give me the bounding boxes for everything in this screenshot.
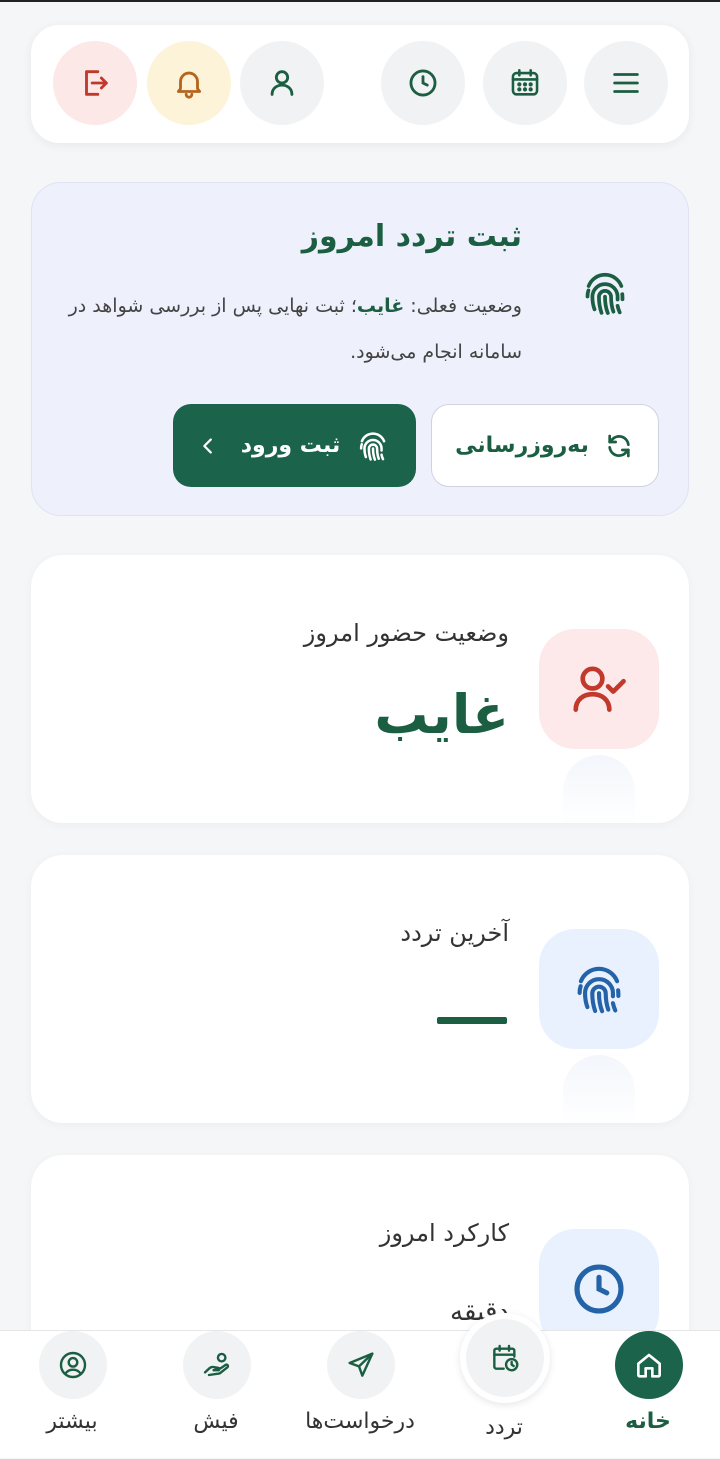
nav-requests-label: درخواست‌ها [305, 1409, 415, 1434]
menu-button[interactable] [584, 41, 668, 125]
clock-icon [409, 69, 437, 97]
history-button[interactable] [381, 41, 465, 125]
attendance-register-card: ثبت تردد امروز وضعیت فعلی: غایب؛ ثبت نها… [31, 182, 689, 516]
fingerprint-icon [585, 272, 625, 315]
user-check-icon [573, 666, 626, 712]
nav-traffic-label: تردد [485, 1415, 523, 1440]
nav-home[interactable]: خانه [578, 1331, 718, 1459]
last-traffic-label: آخرین تردد [400, 919, 509, 947]
description-prefix: وضعیت فعلی: [404, 295, 522, 317]
send-icon [348, 1352, 374, 1377]
nav-traffic[interactable]: تردد [434, 1313, 574, 1459]
last-traffic-icon-tile [539, 929, 659, 1049]
status-edge [0, 0, 720, 2]
chevron-left-icon [202, 437, 212, 454]
user-circle-icon [59, 1351, 87, 1379]
nav-home-label: خانه [625, 1409, 671, 1434]
nav-more-label: بیشتر [46, 1409, 98, 1434]
fingerprint-icon [577, 966, 621, 1014]
payslip-icon-circle [183, 1331, 251, 1399]
check-in-label: ثبت ورود [240, 433, 341, 458]
check-in-button[interactable]: ثبت ورود [173, 404, 416, 487]
presence-icon-tile [539, 629, 659, 749]
menu-icon [613, 73, 639, 93]
calendar-icon [511, 68, 539, 96]
icon-glow [563, 755, 635, 823]
nav-requests[interactable]: درخواست‌ها [290, 1331, 430, 1459]
clock-icon [574, 1264, 624, 1314]
logout-icon [85, 70, 108, 96]
calendar-button[interactable] [483, 41, 567, 125]
calendar-clock-icon [493, 1344, 519, 1372]
description-status: غایب [356, 295, 405, 317]
logout-button[interactable] [53, 41, 137, 125]
requests-icon-circle [327, 1331, 395, 1399]
last-traffic-value [437, 1017, 507, 1024]
last-traffic-card: آخرین تردد [31, 855, 689, 1123]
user-icon [270, 70, 294, 96]
bottom-navigation: خانه تردد درخواست‌ها فیش [0, 1313, 720, 1459]
register-title: ثبت تردد امروز [301, 219, 522, 254]
hand-coin-icon [203, 1352, 230, 1377]
home-icon-circle [615, 1331, 683, 1399]
refresh-icon [608, 434, 630, 457]
profile-button[interactable] [240, 41, 324, 125]
top-toolbar [31, 25, 689, 143]
refresh-button[interactable]: به‌روزرسانی [431, 404, 659, 487]
nav-more[interactable]: بیشتر [2, 1331, 142, 1459]
refresh-label: به‌روزرسانی [455, 433, 589, 458]
work-label: کارکرد امروز [379, 1219, 509, 1247]
presence-label: وضعیت حضور امروز [303, 619, 509, 647]
traffic-icon-circle [460, 1313, 550, 1403]
icon-glow [563, 1055, 635, 1123]
notifications-button[interactable] [147, 41, 231, 125]
presence-value: غایب [374, 683, 509, 746]
register-description: وضعیت فعلی: غایب؛ ثبت نهایی پس از بررسی … [52, 283, 522, 375]
more-icon-circle [39, 1331, 107, 1399]
bell-icon [176, 71, 202, 99]
nav-payslip[interactable]: فیش [146, 1331, 286, 1459]
fingerprint-icon [360, 431, 386, 461]
nav-payslip-label: فیش [193, 1409, 239, 1434]
home-icon [637, 1353, 661, 1378]
presence-status-card: وضعیت حضور امروز غایب [31, 555, 689, 823]
